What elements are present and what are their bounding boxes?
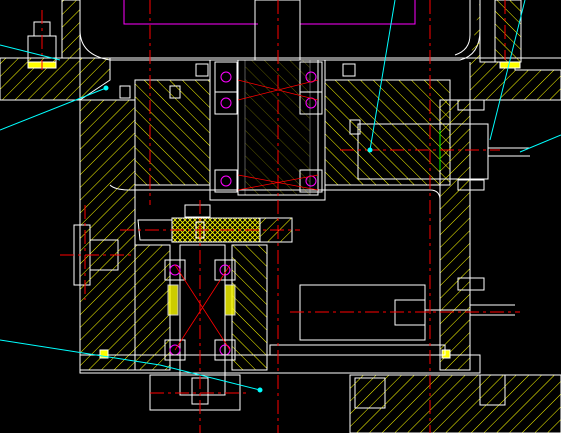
gear-assembly [137,204,293,243]
top-motor-outline [123,0,416,25]
lower-spindle [134,244,268,411]
lower-cylinder [299,277,515,341]
cad-drawing-canvas [0,0,561,433]
